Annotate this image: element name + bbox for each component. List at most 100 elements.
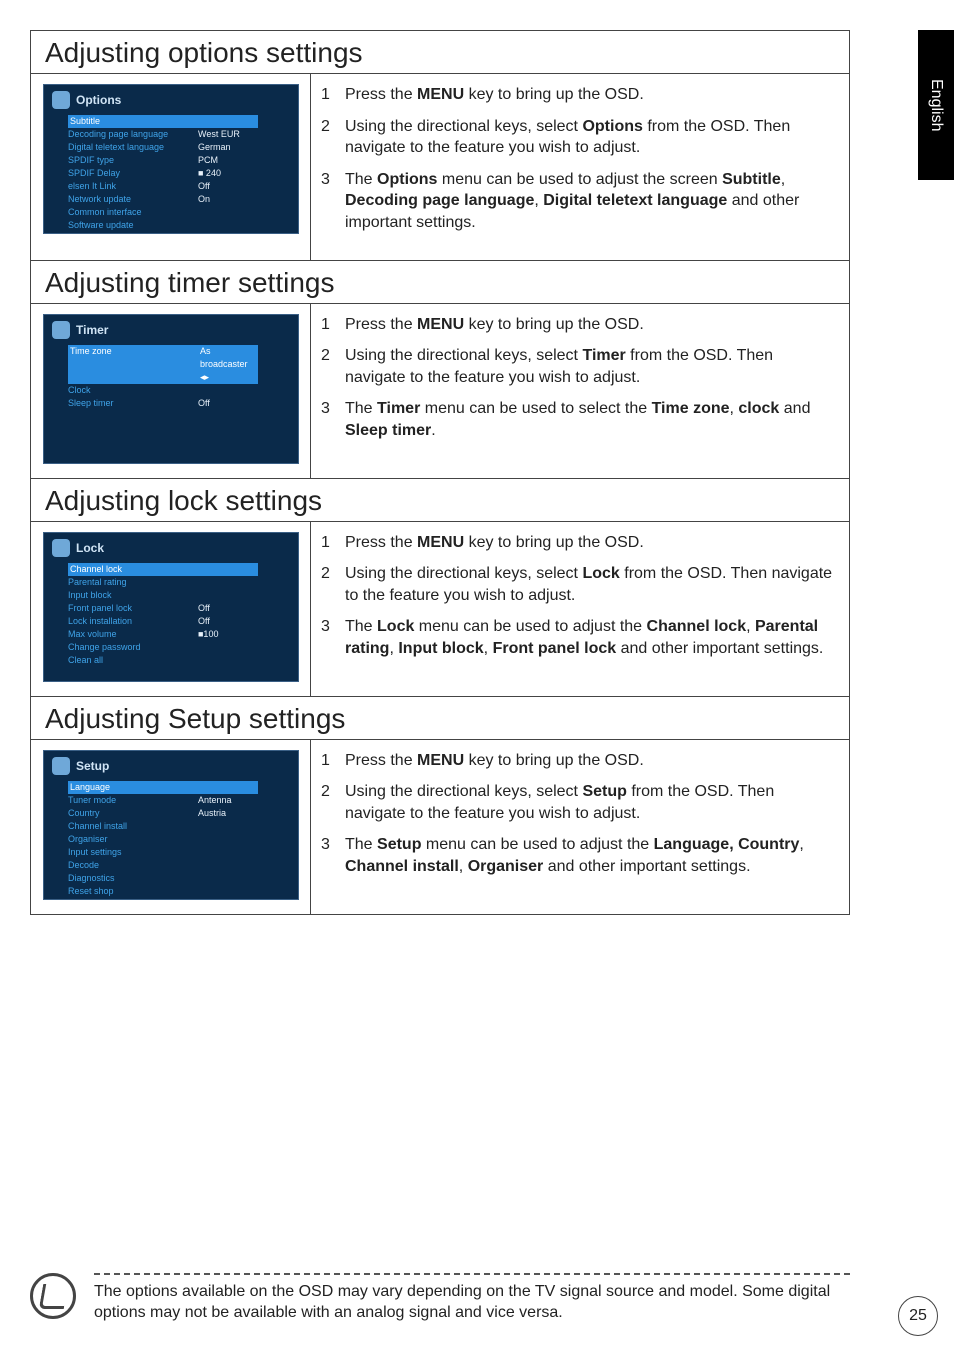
- thumbnail-row-value: PCM: [198, 154, 258, 167]
- step-text: Press the MENU key to bring up the OSD.: [345, 314, 833, 336]
- thumbnail-row: Lock installationOff: [68, 615, 258, 628]
- step-number: 2: [321, 563, 345, 606]
- thumbnail-row: Input settings: [68, 846, 258, 859]
- thumbnail-row: Subtitle: [68, 115, 258, 128]
- section-body: Timer Time zoneAs broadcaster ◂▸ClockSlee…: [31, 304, 849, 479]
- thumbnail-row: Front panel lockOff: [68, 602, 258, 615]
- thumbnail-row-value: [198, 563, 258, 576]
- thumbnail-list: Channel lockParental ratingInput blockFr…: [68, 563, 258, 667]
- thumbnail-row-label: Digital teletext language: [68, 141, 198, 154]
- thumbnail-row: Decode: [68, 859, 258, 872]
- thumbnail-row-label: Location: [68, 232, 198, 234]
- note-icon: [30, 1273, 76, 1319]
- thumbnail-row-value: Off: [198, 602, 258, 615]
- osd-thumbnail: Timer Time zoneAs broadcaster ◂▸ClockSlee…: [43, 314, 299, 464]
- step-text: Using the directional keys, select Timer…: [345, 345, 833, 388]
- thumbnail-row-label: Parental rating: [68, 576, 198, 589]
- instruction-step: 3The Lock menu can be used to adjust the…: [321, 616, 833, 659]
- thumbnail-row: Sleep timerOff: [68, 397, 258, 410]
- thumbnail-row: Language: [68, 781, 258, 794]
- thumbnail-list: SubtitleDecoding page languageWest EURDi…: [68, 115, 258, 234]
- thumbnail-row-label: Tuner mode: [68, 794, 198, 807]
- step-text: Using the directional keys, select Optio…: [345, 116, 833, 159]
- thumbnail-row-label: Lock installation: [68, 615, 198, 628]
- thumbnail-row-label: Time zone: [68, 345, 198, 384]
- thumbnail-column: SetupLanguageTuner modeAntennaCountryAus…: [31, 740, 311, 914]
- thumbnail-row-value: Shop: [198, 232, 258, 234]
- section-body: OptionsSubtitleDecoding page languageWes…: [31, 74, 849, 261]
- thumbnail-menu-icon: [52, 321, 70, 339]
- thumbnail-row-label: Decoding page language: [68, 128, 198, 141]
- thumbnail-row-label: Change password: [68, 641, 198, 654]
- thumbnail-row: Channel install: [68, 820, 258, 833]
- thumbnail-row-label: Channel install: [68, 820, 198, 833]
- thumbnail-row-label: elsen It Link: [68, 180, 198, 193]
- thumbnail-column: Timer Time zoneAs broadcaster ◂▸ClockSlee…: [31, 304, 311, 478]
- thumbnail-row-label: SPDIF Delay: [68, 167, 198, 180]
- thumbnail-title: Timer: [76, 323, 108, 337]
- thumbnail-row-value: ■100: [198, 628, 258, 641]
- instruction-step: 3The Options menu can be used to adjust …: [321, 169, 833, 234]
- step-number: 2: [321, 116, 345, 159]
- thumbnail-row-value: Austria: [198, 807, 258, 820]
- section-heading: Adjusting lock settings: [31, 479, 849, 522]
- step-text: Using the directional keys, select Setup…: [345, 781, 833, 824]
- thumbnail-row-value: [198, 589, 258, 602]
- instruction-step: 2Using the directional keys, select Opti…: [321, 116, 833, 159]
- thumbnail-row-value: [198, 833, 258, 846]
- thumbnail-row-value: Off: [198, 180, 258, 193]
- thumbnail-row-value: [198, 859, 258, 872]
- thumbnail-row-label: Sleep timer: [68, 397, 198, 410]
- thumbnail-row-value: [198, 641, 258, 654]
- thumbnail-row: Change password: [68, 641, 258, 654]
- step-text: The Setup menu can be used to adjust the…: [345, 834, 833, 877]
- thumbnail-row-value: [198, 846, 258, 859]
- thumbnail-row-value: West EUR: [198, 128, 258, 141]
- instruction-step: 3The Setup menu can be used to adjust th…: [321, 834, 833, 877]
- thumbnail-row-value: German: [198, 141, 258, 154]
- step-text: Press the MENU key to bring up the OSD.: [345, 750, 833, 772]
- thumbnail-row-value: On: [198, 193, 258, 206]
- instruction-step: 3The Timer menu can be used to select th…: [321, 398, 833, 441]
- thumbnail-menu-icon: [52, 757, 70, 775]
- thumbnail-row: Diagnostics: [68, 872, 258, 885]
- language-tab: English: [918, 30, 954, 180]
- step-number: 1: [321, 84, 345, 106]
- instruction-step: 1Press the MENU key to bring up the OSD.: [321, 750, 833, 772]
- thumbnail-column: Lock Channel lockParental ratingInput blo…: [31, 522, 311, 696]
- thumbnail-row-value: [198, 115, 258, 128]
- thumbnail-list: Time zoneAs broadcaster ◂▸ClockSleep tim…: [68, 345, 258, 410]
- thumbnail-row-label: Max volume: [68, 628, 198, 641]
- thumbnail-row-value: [198, 820, 258, 833]
- thumbnail-row-label: Network update: [68, 193, 198, 206]
- page-number: 25: [898, 1296, 938, 1336]
- thumbnail-row: LocationShop: [68, 232, 258, 234]
- step-number: 1: [321, 314, 345, 336]
- thumbnail-row-label: Clean all: [68, 654, 198, 667]
- thumbnail-row: Reset shop: [68, 885, 258, 898]
- step-number: 1: [321, 750, 345, 772]
- thumbnail-row-label: Diagnostics: [68, 872, 198, 885]
- thumbnail-row: Common interface: [68, 206, 258, 219]
- instruction-column: 1Press the MENU key to bring up the OSD.…: [311, 74, 849, 260]
- thumbnail-row-label: Clock: [68, 384, 198, 397]
- thumbnail-row-label: Subtitle: [68, 115, 198, 128]
- step-number: 3: [321, 398, 345, 441]
- step-text: Press the MENU key to bring up the OSD.: [345, 84, 833, 106]
- content-frame: Adjusting options settingsOptionsSubtitl…: [30, 30, 850, 915]
- thumbnail-row: Digital teletext languageGerman: [68, 141, 258, 154]
- thumbnail-row-value: [198, 384, 258, 397]
- thumbnail-menu-icon: [52, 91, 70, 109]
- thumbnail-row: Channel lock: [68, 563, 258, 576]
- note-text: The options available on the OSD may var…: [94, 1273, 850, 1324]
- instruction-column: 1Press the MENU key to bring up the OSD.…: [311, 740, 849, 914]
- thumbnail-row-value: [198, 872, 258, 885]
- thumbnail-title: Lock: [76, 541, 104, 555]
- thumbnail-row-label: Language: [68, 781, 198, 794]
- step-number: 3: [321, 169, 345, 234]
- section-heading: Adjusting timer settings: [31, 261, 849, 304]
- osd-thumbnail: OptionsSubtitleDecoding page languageWes…: [43, 84, 299, 234]
- step-number: 3: [321, 834, 345, 877]
- instruction-column: 1Press the MENU key to bring up the OSD.…: [311, 304, 849, 478]
- thumbnail-row-label: Decode: [68, 859, 198, 872]
